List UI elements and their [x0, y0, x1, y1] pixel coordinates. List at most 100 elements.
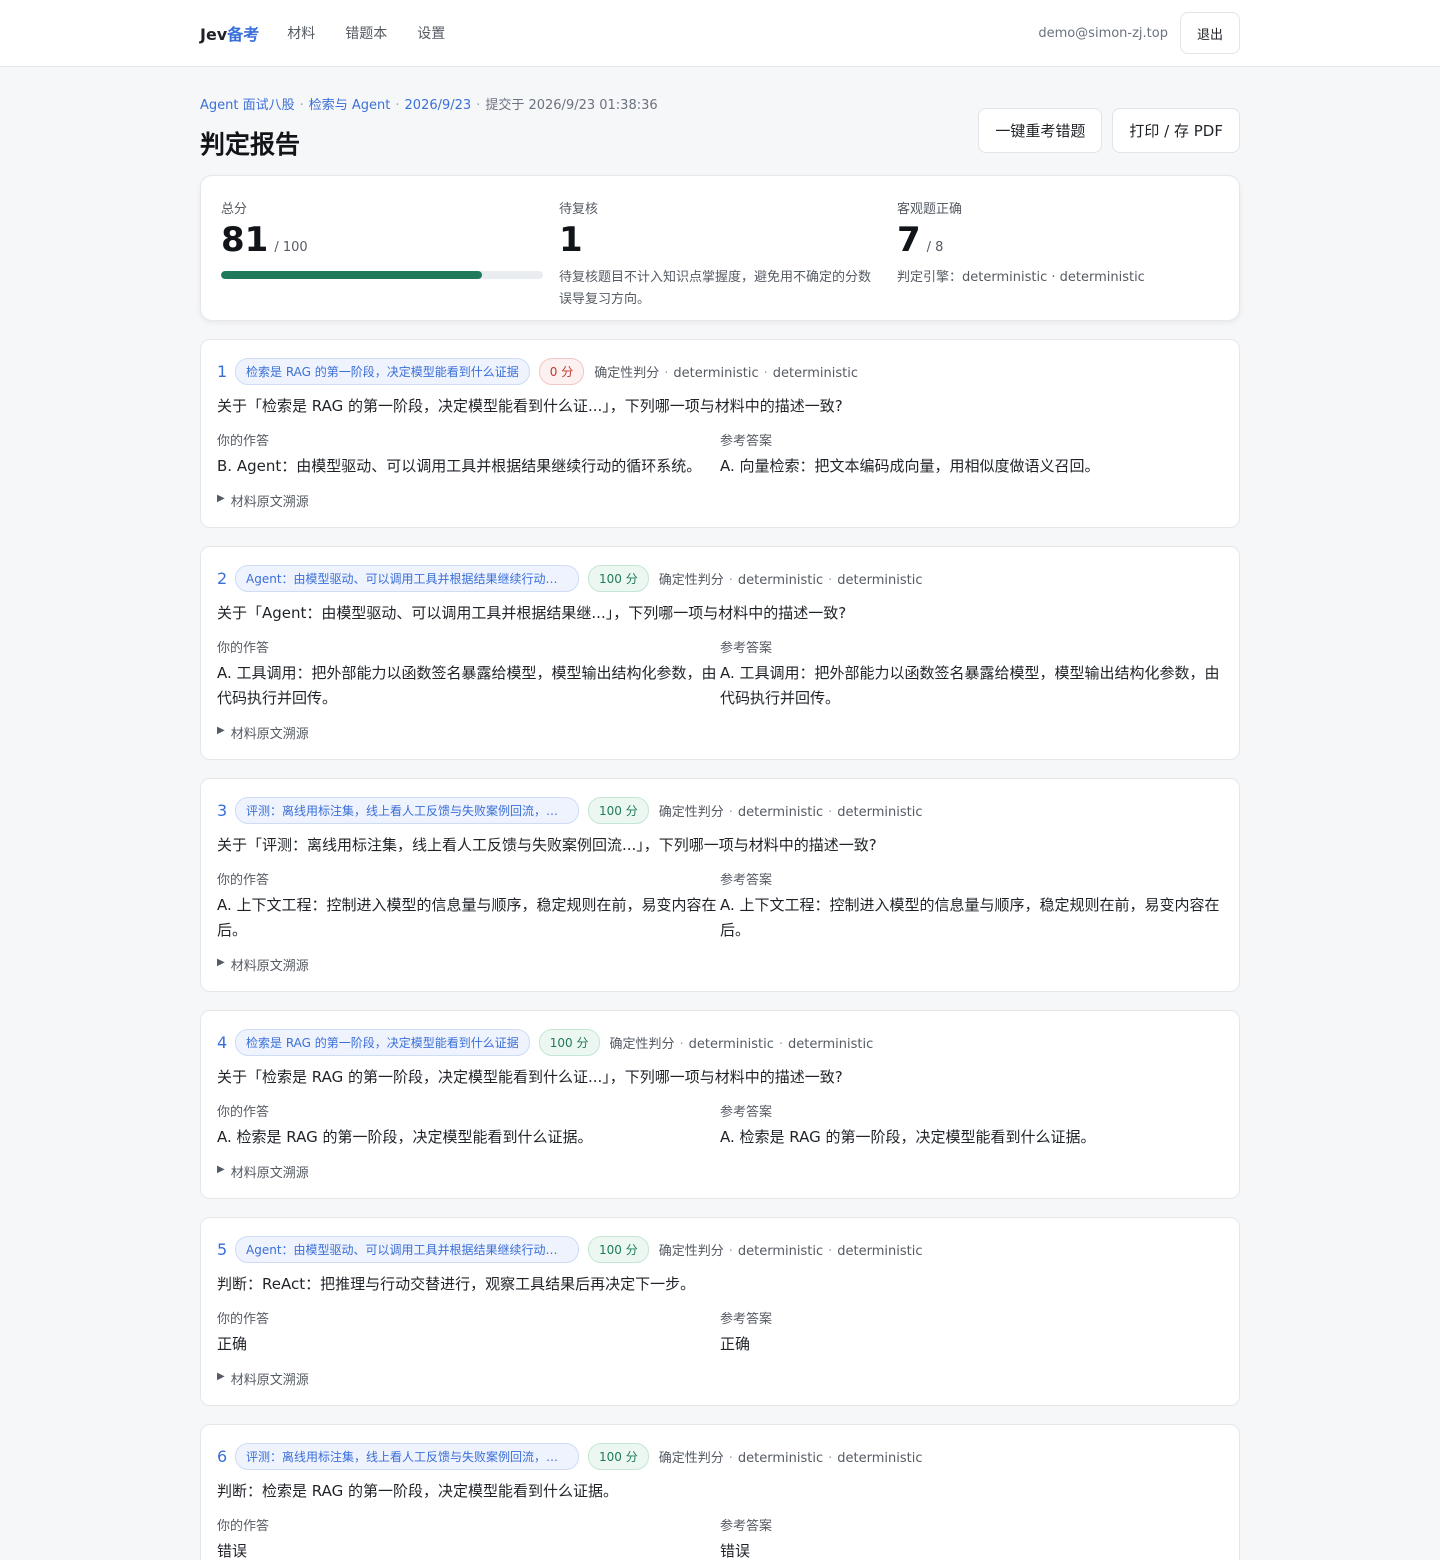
- your-answer-section: 你的作答 错误: [217, 1515, 720, 1560]
- separator-dot: ·: [728, 572, 733, 588]
- question-number: 1: [217, 361, 228, 381]
- question-number: 4: [217, 1032, 228, 1052]
- grading-method: 确定性判分: [658, 804, 724, 820]
- separator-dot: ·: [299, 98, 304, 113]
- your-answer-label: 你的作答: [217, 434, 270, 449]
- breadcrumb-chapter[interactable]: 检索与 Agent: [309, 98, 391, 113]
- separator-dot: ·: [763, 365, 768, 381]
- grading-engine-version: deterministic: [837, 572, 923, 588]
- reference-answer-label: 参考答案: [720, 873, 773, 888]
- question-text: 判断：检索是 RAG 的第一阶段，决定模型能看到什么证据。: [217, 1482, 618, 1500]
- question-card-4: 4 检索是 RAG 的第一阶段，决定模型能看到什么证据 100 分 确定性判分 ·…: [200, 1010, 1240, 1199]
- question-text: 关于「检索是 RAG 的第一阶段，决定模型能看到什么证...」，下列哪一项与材料…: [217, 1068, 843, 1086]
- source-trace-toggle[interactable]: ▶ 材料原文溯源: [217, 721, 1223, 759]
- question-text: 关于「评测：离线用标注集，线上看人工反馈与失败案例回流...」，下列哪一项与材料…: [217, 836, 877, 854]
- reference-answer-text: A. 上下文工程：控制进入模型的信息量与顺序，稳定规则在前，易变内容在后。: [720, 896, 1220, 939]
- your-answer-text: 错误: [217, 1542, 248, 1560]
- source-trace-label: 材料原文溯源: [230, 727, 309, 742]
- source-trace-toggle[interactable]: ▶ 材料原文溯源: [217, 489, 1223, 527]
- grading-engine-version: deterministic: [837, 1243, 923, 1259]
- engine-note: 判定引擎：deterministic · deterministic: [897, 270, 1145, 285]
- topic-tag[interactable]: 检索是 RAG 的第一阶段，决定模型能看到什么证据: [235, 1028, 530, 1056]
- triangle-right-icon: ▶: [217, 1371, 225, 1382]
- source-trace-toggle[interactable]: ▶ 材料原文溯源: [217, 1367, 1223, 1405]
- total-score-value: 81: [221, 220, 269, 260]
- breadcrumb-course[interactable]: Agent 面试八股: [200, 98, 295, 113]
- your-answer-label: 你的作答: [217, 873, 270, 888]
- question-number: 3: [217, 800, 228, 820]
- reference-answer-label: 参考答案: [720, 1519, 773, 1534]
- retry-mistakes-button[interactable]: 一键重考错题: [978, 108, 1103, 153]
- grading-engine: deterministic: [737, 804, 824, 820]
- separator-dot: ·: [828, 1450, 833, 1466]
- brand-accent: 备考: [227, 25, 260, 44]
- total-score-label: 总分: [221, 202, 248, 217]
- user-email: demo@simon-zj.top: [1038, 25, 1168, 41]
- brand-logo[interactable]: Jev备考: [200, 21, 259, 45]
- pending-review-section: 待复核 1 待复核题目不计入知识点掌握度，避免用不确定的分数误导复习方向。: [543, 198, 881, 307]
- grading-method: 确定性判分: [658, 1450, 724, 1466]
- your-answer-text: A. 检索是 RAG 的第一阶段，决定模型能看到什么证据。: [217, 1128, 593, 1146]
- grading-engine-version: deterministic: [788, 1036, 874, 1052]
- separator-dot: ·: [828, 572, 833, 588]
- objective-correct-section: 客观题正确 7 / 8 判定引擎：deterministic · determi…: [881, 198, 1219, 298]
- reference-answer-section: 参考答案 A. 工具调用：把外部能力以函数签名暴露给模型，模型输出结构化参数，由…: [720, 637, 1223, 711]
- separator-dot: ·: [728, 1450, 733, 1466]
- print-pdf-button[interactable]: 打印 / 存 PDF: [1112, 108, 1240, 153]
- your-answer-label: 你的作答: [217, 641, 270, 656]
- separator-dot: ·: [828, 804, 833, 820]
- topic-tag[interactable]: 评测：离线用标注集，线上看人工反馈与失败案例回流，没有评测就无从优化: [235, 1442, 579, 1470]
- grading-meta: 确定性判分 · deterministic · deterministic: [659, 1447, 923, 1466]
- reference-answer-text: A. 工具调用：把外部能力以函数签名暴露给模型，模型输出结构化参数，由代码执行并…: [720, 664, 1220, 707]
- grading-engine-version: deterministic: [772, 365, 858, 381]
- topic-tag[interactable]: Agent：由模型驱动、可以调用工具并根据结果继续行动的循环系统: [235, 1235, 579, 1263]
- triangle-right-icon: ▶: [217, 1164, 225, 1175]
- brand-name: Jev: [200, 25, 228, 44]
- topic-tag[interactable]: Agent：由模型驱动、可以调用工具并根据结果继续行动的循环系统: [235, 564, 579, 592]
- grading-meta: 确定性判分 · deterministic · deterministic: [610, 1033, 874, 1052]
- reference-answer-label: 参考答案: [720, 1105, 773, 1120]
- score-badge: 0 分: [538, 357, 585, 385]
- your-answer-label: 你的作答: [217, 1312, 270, 1327]
- source-trace-toggle[interactable]: ▶ 材料原文溯源: [217, 953, 1223, 991]
- nav-link-mistakes[interactable]: 错题本: [345, 23, 387, 43]
- question-text: 关于「检索是 RAG 的第一阶段，决定模型能看到什么证...」，下列哪一项与材料…: [217, 397, 843, 415]
- objective-correct-max: / 8: [926, 240, 944, 255]
- triangle-right-icon: ▶: [217, 957, 225, 968]
- score-progress-bar: [221, 271, 543, 279]
- objective-correct-label: 客观题正确: [897, 202, 963, 217]
- topic-tag[interactable]: 检索是 RAG 的第一阶段，决定模型能看到什么证据: [235, 357, 530, 385]
- nav-link-settings[interactable]: 设置: [417, 23, 445, 43]
- separator-dot: ·: [778, 1036, 784, 1052]
- question-card-5: 5 Agent：由模型驱动、可以调用工具并根据结果继续行动的循环系统 100 分…: [200, 1217, 1240, 1406]
- grading-meta: 确定性判分 · deterministic · deterministic: [659, 569, 923, 588]
- reference-answer-label: 参考答案: [720, 1312, 773, 1327]
- logout-button[interactable]: 退出: [1179, 12, 1240, 54]
- question-text: 判断：ReAct：把推理与行动交替进行，观察工具结果后再决定下一步。: [217, 1275, 696, 1293]
- your-answer-text: B. Agent：由模型驱动、可以调用工具并根据结果继续行动的循环系统。: [217, 457, 702, 475]
- grading-method: 确定性判分: [594, 365, 660, 381]
- reference-answer-section: 参考答案 正确: [720, 1308, 1223, 1357]
- triangle-right-icon: ▶: [217, 725, 225, 736]
- total-score-section: 总分 81 / 100: [221, 198, 543, 298]
- your-answer-text: A. 工具调用：把外部能力以函数签名暴露给模型，模型输出结构化参数，由代码执行并…: [217, 664, 717, 707]
- submitted-time: 提交于 2026/9/23 01:38:36: [485, 98, 658, 113]
- breadcrumb-date[interactable]: 2026/9/23: [405, 98, 472, 113]
- separator-dot: ·: [664, 365, 669, 381]
- nav-link-materials[interactable]: 材料: [287, 23, 315, 43]
- question-card-2: 2 Agent：由模型驱动、可以调用工具并根据结果继续行动的循环系统 100 分…: [200, 546, 1240, 760]
- your-answer-section: 你的作答 A. 上下文工程：控制进入模型的信息量与顺序，稳定规则在前，易变内容在…: [217, 869, 720, 943]
- grading-engine-version: deterministic: [837, 804, 923, 820]
- score-badge: 100 分: [588, 1442, 649, 1470]
- question-card-6: 6 评测：离线用标注集，线上看人工反馈与失败案例回流，没有评测就无从优化 100…: [200, 1424, 1240, 1560]
- your-answer-section: 你的作答 A. 工具调用：把外部能力以函数签名暴露给模型，模型输出结构化参数，由…: [217, 637, 720, 711]
- source-trace-toggle[interactable]: ▶ 材料原文溯源: [217, 1160, 1223, 1198]
- your-answer-label: 你的作答: [217, 1519, 270, 1534]
- topic-tag[interactable]: 评测：离线用标注集，线上看人工反馈与失败案例回流，没有评测就无从优化: [235, 796, 579, 824]
- reference-answer-text: A. 检索是 RAG 的第一阶段，决定模型能看到什么证据。: [720, 1128, 1096, 1146]
- grading-method: 确定性判分: [609, 1036, 675, 1052]
- pending-review-label: 待复核: [559, 202, 599, 217]
- main-content: Agent 面试八股 · 检索与 Agent · 2026/9/23 · 提交于 2026/…: [200, 94, 1240, 1560]
- question-number: 2: [217, 568, 228, 588]
- separator-dot: ·: [395, 98, 400, 113]
